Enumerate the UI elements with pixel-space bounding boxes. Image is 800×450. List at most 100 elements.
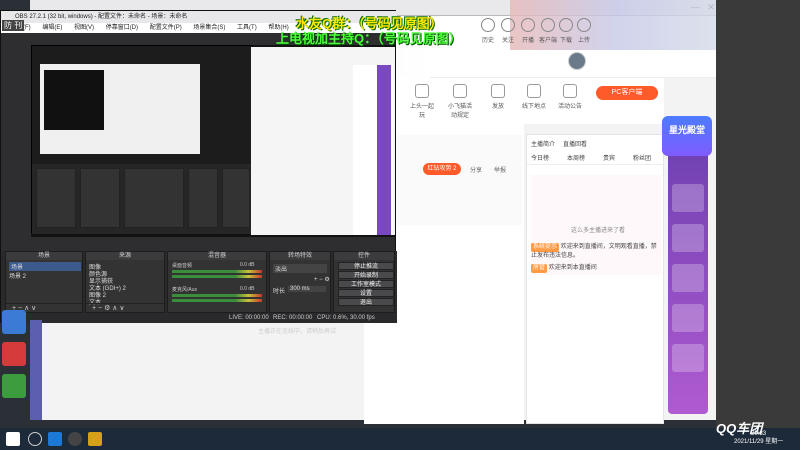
obs-preview[interactable] — [31, 45, 395, 237]
windows-start-icon[interactable] — [6, 432, 20, 446]
nested-dock — [222, 168, 250, 228]
desktop-app-icon[interactable] — [2, 342, 26, 366]
sub-nav-item[interactable]: 线下地点 — [520, 84, 548, 110]
transitions-dock: 转场特效 淡出 + − ⚙ 时长 300 ms — [269, 251, 331, 313]
nested-ad — [377, 65, 391, 235]
tab-replay[interactable]: 直播回看 — [563, 139, 587, 148]
browser-sidebar — [30, 320, 42, 420]
obs-icon[interactable] — [68, 432, 82, 446]
menu-view[interactable]: 视图(V) — [74, 23, 94, 33]
menu-edit[interactable]: 编辑(E) — [42, 23, 62, 33]
tab-intro[interactable]: 主播简介 — [531, 139, 555, 148]
ad-tile[interactable] — [672, 224, 704, 252]
nested-dock — [80, 168, 120, 228]
tab-week[interactable]: 本周榜 — [567, 153, 585, 162]
follow-icon[interactable]: 关注 — [498, 18, 518, 44]
chat-panel: 主播简介 直播回看 今日榜 本周榜 贵宾 粉丝团 这么多主播进来了看 系统提示 … — [526, 134, 665, 424]
nested-site-capture — [251, 47, 395, 235]
cpu-status: CPU: 0.6%, 30.00 fps — [317, 315, 375, 321]
clock-date: 2021/11/29 星期一 — [734, 439, 784, 445]
right-background — [716, 0, 800, 428]
sources-dock: 来源 图像 颜色源 显示捕获 文本 (GDI+) 2 图像 2 文本 + − ⚙… — [85, 251, 165, 313]
transition-select[interactable]: 淡出 — [273, 264, 327, 273]
share-link[interactable]: 分享 — [470, 165, 482, 174]
app-icon[interactable] — [88, 432, 102, 446]
report-link[interactable]: 举报 — [494, 165, 506, 174]
scene-item[interactable]: 场景 — [9, 262, 81, 271]
pc-client-button[interactable]: PC客户端 — [596, 86, 658, 100]
obs-docks: 场景 场景 场景 2 + − ∧ ∨ 来源 图像 颜色源 显示捕获 文本 (GD… — [1, 251, 397, 313]
overlay-host-contact: 上电视加主持Q：（号码见原图） — [276, 31, 462, 46]
desktop-app-icon[interactable] — [2, 310, 26, 334]
scenes-dock: 场景 场景 场景 2 + − ∧ ∨ — [5, 251, 83, 313]
broadcast-icon[interactable]: 开播 — [518, 18, 538, 44]
duration-label: 时长 — [273, 289, 286, 295]
ad-tile[interactable] — [672, 184, 704, 212]
taskbar: 20:33 2021/11/29 星期一 — [0, 428, 800, 450]
menu-profile[interactable]: 配置文件(P) — [150, 23, 182, 33]
ad-tile[interactable] — [672, 304, 704, 332]
avatar[interactable] — [568, 52, 586, 70]
studio-mode-button[interactable]: 工作室模式 — [338, 280, 394, 288]
transitions-title: 转场特效 — [270, 252, 330, 260]
desktop-icons — [2, 310, 28, 406]
edge-icon[interactable] — [48, 432, 62, 446]
volume-meter — [172, 270, 262, 273]
sources-title: 来源 — [86, 252, 164, 260]
volume-meter — [172, 294, 262, 297]
chat-messages: 系统提示 欢迎来到直播间，文明观看直播，禁止发布违法信息。 房管 欢迎来到本直播… — [531, 243, 661, 423]
tab-fans[interactable]: 粉丝团 — [633, 153, 651, 162]
mixer-dock: 混音器 桌面音频 0.0 dB 麦克风/Aux 0.0 dB — [167, 251, 267, 313]
nested-dock — [124, 168, 184, 228]
scenes-title: 场景 — [6, 252, 82, 260]
obs-statusbar: LIVE: 00:00:00 REC: 00:00:00 CPU: 0.6%, … — [1, 313, 397, 323]
stop-streaming-button[interactable]: 停止推流 — [338, 262, 394, 270]
controls-dock: 控件 停止推流 开始录制 工作室模式 设置 退出 — [333, 251, 395, 313]
history-icon[interactable]: 历史 — [478, 18, 498, 44]
menu-tools[interactable]: 工具(T) — [237, 23, 257, 33]
sub-nav-item[interactable]: 活动公告 — [556, 84, 584, 110]
start-recording-button[interactable]: 开始录制 — [338, 271, 394, 279]
controls-title: 控件 — [334, 252, 394, 260]
nested-dock — [188, 168, 218, 228]
nested-preview-dark — [44, 70, 104, 130]
obs-window: OBS 27.2.1 (32 bit, windows) - 配置文件：未命名 … — [0, 10, 397, 323]
nested-docks — [32, 164, 254, 234]
sub-nav-item[interactable]: 上头一起玩 — [408, 84, 436, 119]
tab-today[interactable]: 今日榜 — [531, 153, 549, 162]
ad-strip[interactable] — [668, 124, 708, 414]
bottom-status-text: 主播正在连线中，请稍后再试 — [258, 329, 337, 335]
transition-add-remove[interactable]: + − ⚙ — [314, 276, 330, 283]
sub-nav-item[interactable]: 小飞猫活动规定 — [446, 84, 474, 119]
chat-hero-caption: 这么多主播进来了看 — [571, 228, 626, 234]
mixer-channel-name: 桌面音频 — [172, 263, 193, 269]
upload-icon[interactable]: 上传 — [574, 18, 594, 44]
gift-button[interactable]: 红钻攻势 2 — [423, 163, 461, 175]
download-icon[interactable]: 下载 — [556, 18, 576, 44]
sources-toolbar[interactable]: + − ⚙ ∧ ∨ — [86, 303, 164, 312]
scene-item[interactable]: 场景 2 — [9, 271, 26, 280]
menu-docks[interactable]: 停靠窗口(D) — [106, 23, 138, 33]
ad-tile[interactable] — [672, 264, 704, 292]
exit-button[interactable]: 退出 — [338, 298, 394, 306]
nested-dock — [36, 168, 76, 228]
menu-scene-collection[interactable]: 场景集合(S) — [193, 23, 225, 33]
settings-button[interactable]: 设置 — [338, 289, 394, 297]
stream-area — [396, 135, 522, 225]
watermark: QQ车团 — [716, 421, 763, 436]
client-icon[interactable]: 客户端 — [538, 18, 558, 44]
nested-obs-capture — [31, 45, 254, 234]
search-icon[interactable] — [28, 432, 42, 446]
duration-input[interactable]: 300 ms — [288, 286, 326, 292]
tab-vip[interactable]: 贵宾 — [603, 153, 615, 162]
sub-nav-item[interactable]: 发放 — [484, 84, 512, 110]
sub-navigation: 上头一起玩 小飞猫活动规定 发放 线下地点 活动公告 — [364, 78, 664, 124]
ad-tile[interactable] — [672, 344, 704, 372]
mixer-channel-level: 0.0 dB — [240, 262, 255, 268]
volume-meter — [172, 275, 262, 278]
mixer-channel-level: 0.0 dB — [240, 286, 255, 292]
star-banner[interactable]: 星光殿堂 — [662, 116, 712, 156]
desktop-app-icon[interactable] — [2, 374, 26, 398]
browser-left-label: 防 刊 — [2, 20, 25, 31]
list-item: 房管 欢迎来到本直播间 — [531, 264, 597, 273]
